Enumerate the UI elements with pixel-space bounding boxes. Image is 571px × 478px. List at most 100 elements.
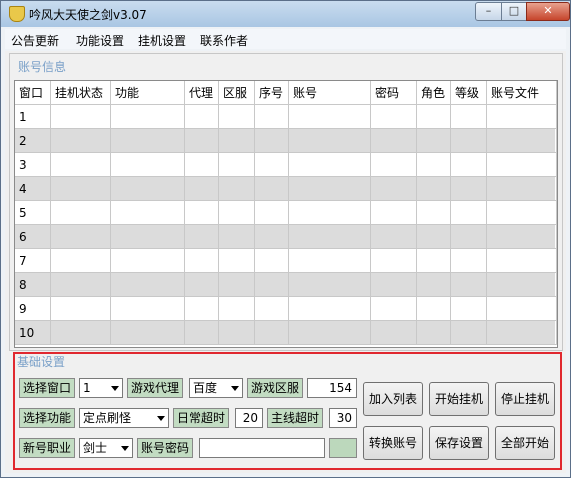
account-grid[interactable]: 窗口 挂机状态 功能 代理 区服 序号 账号 密码 角色 等级 账号文件 1 2 3 4 5 6 7 8 9 10 xyxy=(14,80,558,348)
table-cell xyxy=(111,105,185,129)
maximize-button[interactable]: □ xyxy=(501,2,527,21)
main-timeout-input[interactable]: 30 xyxy=(329,408,357,428)
table-row[interactable]: 8 xyxy=(15,273,557,297)
table-cell xyxy=(451,225,487,249)
table-cell xyxy=(255,321,289,345)
select-window-label: 选择窗口 xyxy=(19,378,76,398)
basic-settings-group: 基础设置 选择窗口 1 游戏代理 百度 游戏区服 154 选择功能 定点刷怪 日… xyxy=(13,352,562,470)
title-bar[interactable]: 吟风大天使之剑v3.07 – □ ✕ xyxy=(1,1,570,27)
table-cell xyxy=(51,105,111,129)
table-cell xyxy=(451,321,487,345)
stop-hang-button[interactable]: 停止挂机 xyxy=(495,382,555,416)
table-cell xyxy=(255,177,289,201)
maximize-icon: □ xyxy=(508,4,520,17)
table-row[interactable]: 3 xyxy=(15,153,557,177)
new-job-value: 剑士 xyxy=(83,441,108,455)
grid-column-header[interactable]: 代理 xyxy=(185,81,219,105)
table-cell xyxy=(219,201,255,225)
table-cell xyxy=(219,153,255,177)
switch-account-button[interactable]: 转换账号 xyxy=(363,426,423,460)
app-window: 吟风大天使之剑v3.07 – □ ✕ 公告更新 功能设置 挂机设置 联系作者 账… xyxy=(0,0,571,478)
table-cell xyxy=(487,273,557,297)
table-cell xyxy=(417,153,451,177)
menu-contact-author[interactable]: 联系作者 xyxy=(200,32,248,49)
table-cell xyxy=(185,177,219,201)
grid-column-header[interactable]: 功能 xyxy=(111,81,185,105)
start-hang-button[interactable]: 开始挂机 xyxy=(429,382,489,416)
window-number-cell: 4 xyxy=(15,177,51,201)
close-button[interactable]: ✕ xyxy=(526,2,570,21)
grid-column-header[interactable]: 窗口 xyxy=(15,81,51,105)
add-list-button[interactable]: 加入列表 xyxy=(363,382,423,416)
table-cell xyxy=(289,273,371,297)
daily-timeout-label: 日常超时 xyxy=(173,408,230,428)
table-cell xyxy=(487,321,557,345)
window-number-cell: 6 xyxy=(15,225,51,249)
table-cell xyxy=(487,249,557,273)
game-proxy-combo[interactable]: 百度 xyxy=(189,378,243,398)
table-row[interactable]: 6 xyxy=(15,225,557,249)
table-cell xyxy=(185,249,219,273)
table-row[interactable]: 7 xyxy=(15,249,557,273)
menu-hang-settings[interactable]: 挂机设置 xyxy=(138,32,186,49)
chevron-down-icon xyxy=(231,386,239,391)
grid-column-header[interactable]: 密码 xyxy=(371,81,417,105)
window-number-cell: 3 xyxy=(15,153,51,177)
table-row[interactable]: 2 xyxy=(15,129,557,153)
grid-column-header[interactable]: 区服 xyxy=(219,81,255,105)
grid-column-header[interactable]: 等级 xyxy=(451,81,487,105)
table-row[interactable]: 9 xyxy=(15,297,557,321)
table-cell xyxy=(111,321,185,345)
menu-function-settings[interactable]: 功能设置 xyxy=(76,32,124,49)
table-row[interactable]: 1 xyxy=(15,105,557,129)
table-cell xyxy=(255,249,289,273)
table-cell xyxy=(51,201,111,225)
new-job-combo[interactable]: 剑士 xyxy=(79,438,133,458)
table-cell xyxy=(255,105,289,129)
window-number-cell: 2 xyxy=(15,129,51,153)
table-row[interactable]: 10 xyxy=(15,321,557,345)
game-server-input[interactable]: 154 xyxy=(307,378,357,398)
grid-column-header[interactable]: 序号 xyxy=(255,81,289,105)
table-cell xyxy=(289,297,371,321)
table-cell xyxy=(219,105,255,129)
table-cell xyxy=(185,105,219,129)
save-settings-button[interactable]: 保存设置 xyxy=(429,426,489,460)
table-cell xyxy=(371,249,417,273)
chevron-down-icon xyxy=(111,386,119,391)
table-cell xyxy=(417,225,451,249)
minimize-button[interactable]: – xyxy=(475,2,502,21)
select-function-combo[interactable]: 定点刷怪 xyxy=(79,408,169,428)
table-cell xyxy=(451,273,487,297)
daily-timeout-input[interactable]: 20 xyxy=(235,408,263,428)
menu-announcement[interactable]: 公告更新 xyxy=(11,32,59,49)
table-cell xyxy=(451,201,487,225)
start-all-button[interactable]: 全部开始 xyxy=(495,426,555,460)
table-row[interactable]: 4 xyxy=(15,177,557,201)
table-row[interactable]: 5 xyxy=(15,201,557,225)
table-cell xyxy=(487,129,557,153)
game-proxy-label: 游戏代理 xyxy=(127,378,184,398)
table-cell xyxy=(185,321,219,345)
grid-column-header[interactable]: 账号文件 xyxy=(487,81,557,105)
table-cell xyxy=(111,177,185,201)
account-password-label: 账号密码 xyxy=(137,438,194,458)
grid-column-header[interactable]: 挂机状态 xyxy=(51,81,111,105)
table-cell xyxy=(371,321,417,345)
client-area: 账号信息 窗口 挂机状态 功能 代理 区服 序号 账号 密码 角色 等级 账号文件 12345678… xyxy=(5,51,566,473)
select-window-combo[interactable]: 1 xyxy=(79,378,123,398)
account-password-input[interactable] xyxy=(199,438,325,458)
table-cell xyxy=(219,129,255,153)
window-number-cell: 7 xyxy=(15,249,51,273)
table-cell xyxy=(289,153,371,177)
table-cell xyxy=(371,273,417,297)
shield-icon xyxy=(9,6,25,22)
table-cell xyxy=(219,273,255,297)
table-cell xyxy=(371,129,417,153)
window-number-cell: 9 xyxy=(15,297,51,321)
grid-column-header[interactable]: 角色 xyxy=(417,81,451,105)
table-cell xyxy=(185,297,219,321)
grid-column-header[interactable]: 账号 xyxy=(289,81,371,105)
table-cell xyxy=(451,153,487,177)
table-cell xyxy=(219,321,255,345)
